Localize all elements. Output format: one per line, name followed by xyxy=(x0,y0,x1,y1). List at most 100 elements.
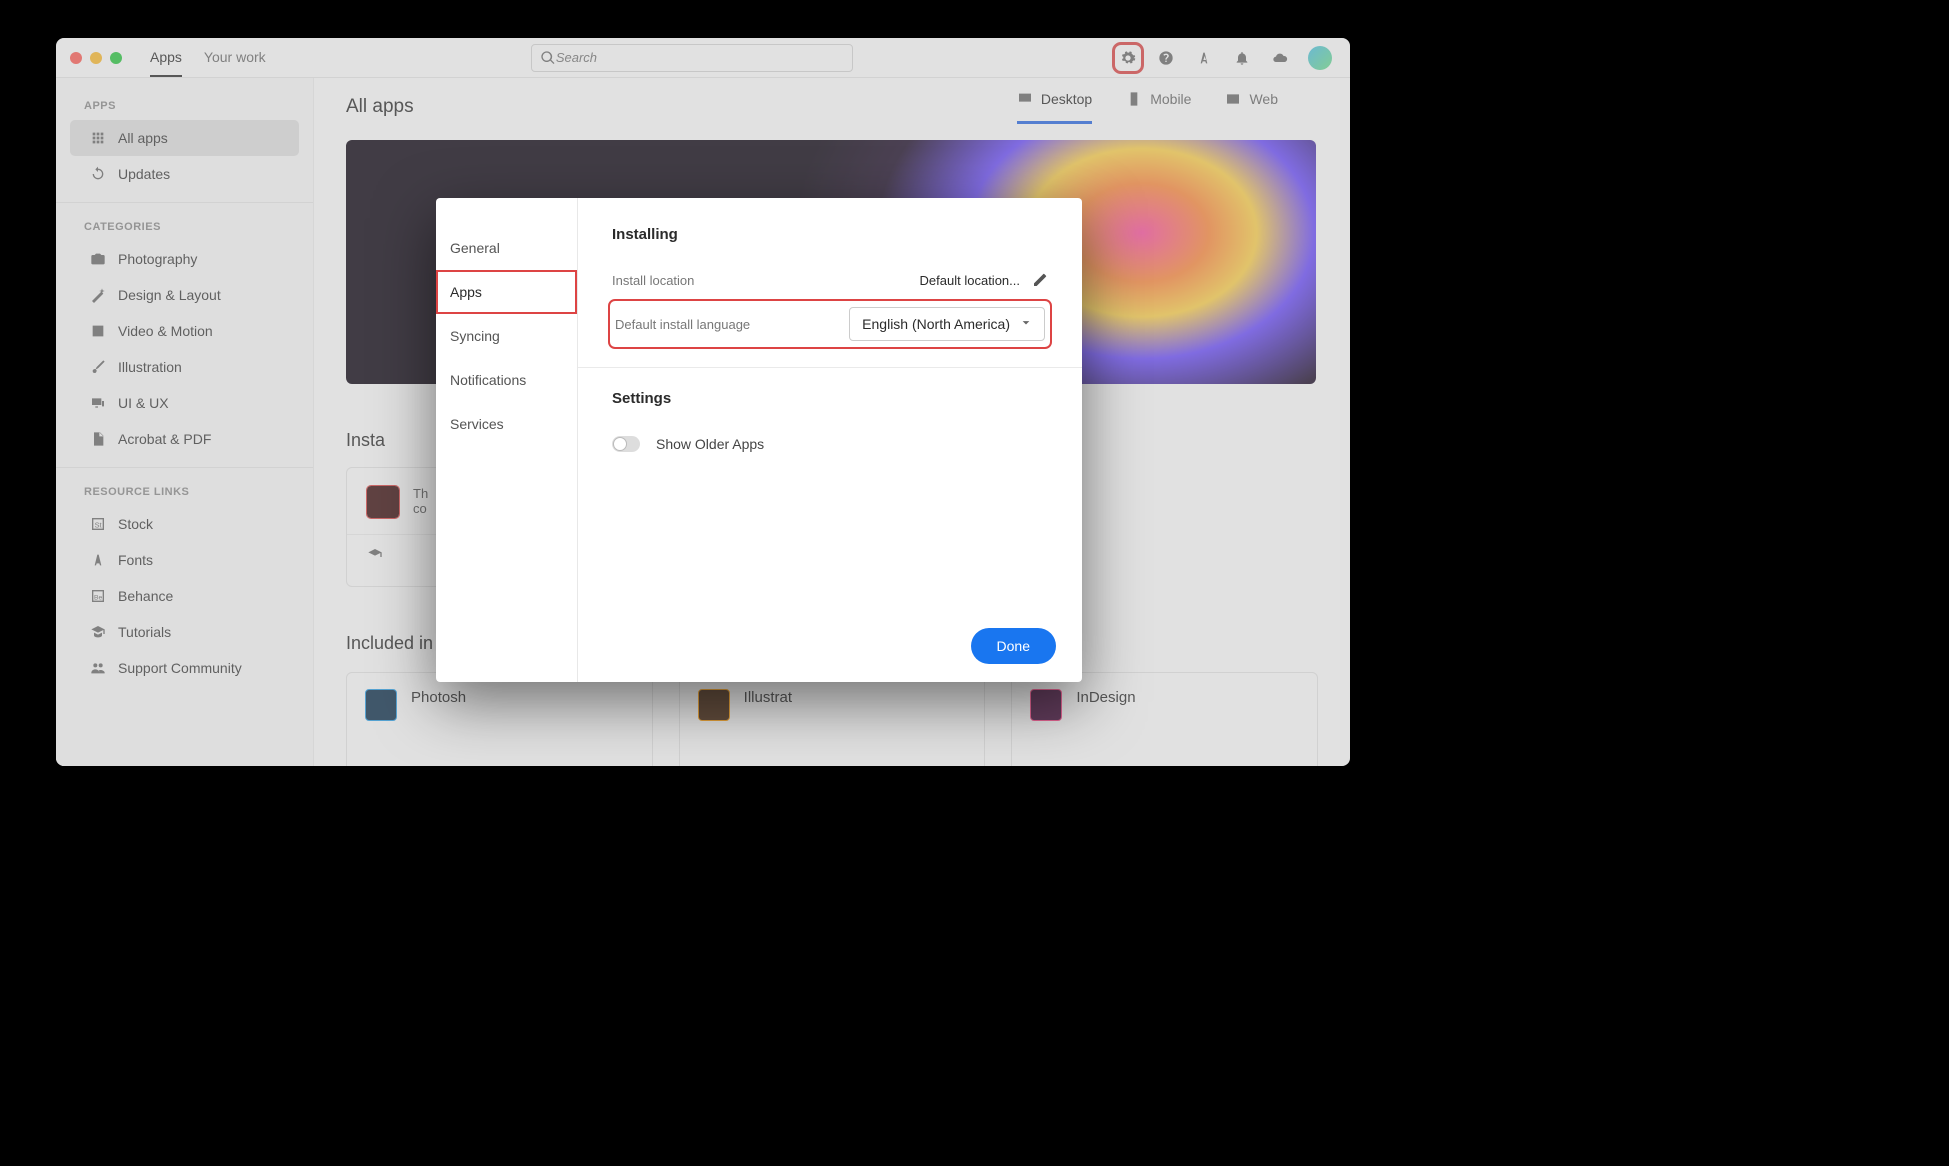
search-input[interactable] xyxy=(556,50,844,65)
minimize-window-icon[interactable] xyxy=(90,52,102,64)
show-older-label: Show Older Apps xyxy=(656,436,764,452)
app-icon xyxy=(1030,689,1062,721)
dialog-content: Installing Install location Default loca… xyxy=(578,198,1082,682)
sidebar-item-label: Photography xyxy=(118,251,197,267)
dialog-tab-services[interactable]: Services xyxy=(436,402,577,446)
window-controls xyxy=(56,52,136,64)
sidebar-item-label: Stock xyxy=(118,516,153,532)
sidebar-item-design[interactable]: Design & Layout xyxy=(70,277,299,313)
text-line: Th xyxy=(413,486,428,501)
chevron-down-icon xyxy=(1018,315,1034,334)
window-icon xyxy=(1225,91,1241,107)
sidebar-item-illustration[interactable]: Illustration xyxy=(70,349,299,385)
tab-label: Desktop xyxy=(1041,91,1092,107)
tab-your-work[interactable]: Your work xyxy=(204,38,266,77)
sidebar-item-uiux[interactable]: UI & UX xyxy=(70,385,299,421)
behance-icon: Be xyxy=(90,588,106,604)
search-box[interactable] xyxy=(531,44,853,72)
svg-text:Be: Be xyxy=(94,594,102,601)
film-icon xyxy=(90,323,106,339)
show-older-toggle[interactable] xyxy=(612,436,640,452)
sidebar-item-video[interactable]: Video & Motion xyxy=(70,313,299,349)
desktop-icon xyxy=(1017,91,1033,107)
tab-label: Web xyxy=(1249,91,1278,107)
help-icon[interactable] xyxy=(1156,48,1176,68)
cloud-icon[interactable] xyxy=(1270,48,1290,68)
svg-text:St: St xyxy=(95,520,102,529)
app-name: Illustrat xyxy=(744,689,792,706)
tab-label: Mobile xyxy=(1150,91,1191,107)
show-older-row: Show Older Apps xyxy=(612,425,1048,463)
dialog-sidebar: General Apps Syncing Notifications Servi… xyxy=(436,198,578,682)
language-label: Default install language xyxy=(615,317,849,332)
install-location-value: Default location... xyxy=(920,273,1020,288)
sidebar: APPS All apps Updates CATEGORIES Photogr… xyxy=(56,78,314,766)
sidebar-head-categories: CATEGORIES xyxy=(56,213,313,241)
sidebar-item-label: Tutorials xyxy=(118,624,171,640)
divider xyxy=(56,467,313,468)
sidebar-item-stock[interactable]: St Stock xyxy=(70,506,299,542)
sidebar-head-apps: APPS xyxy=(56,92,313,120)
fonts-icon[interactable] xyxy=(1194,48,1214,68)
tab-desktop[interactable]: Desktop xyxy=(1017,91,1092,124)
graduation-icon xyxy=(367,547,383,563)
right-toolbar xyxy=(1118,46,1350,70)
app-name: Photosh xyxy=(411,689,466,706)
divider xyxy=(56,202,313,203)
bell-icon[interactable] xyxy=(1232,48,1252,68)
done-button[interactable]: Done xyxy=(971,628,1056,664)
page-title: All apps xyxy=(346,96,1017,118)
sidebar-item-updates[interactable]: Updates xyxy=(70,156,299,192)
grid-icon xyxy=(90,130,106,146)
fonts-icon xyxy=(90,552,106,568)
close-window-icon[interactable] xyxy=(70,52,82,64)
sidebar-item-acrobat[interactable]: Acrobat & PDF xyxy=(70,421,299,457)
tab-web[interactable]: Web xyxy=(1225,91,1278,124)
pencil-icon[interactable] xyxy=(1032,272,1048,288)
app-card-indesign[interactable]: InDesign xyxy=(1011,672,1318,766)
dialog-tab-general[interactable]: General xyxy=(436,226,577,270)
sidebar-item-fonts[interactable]: Fonts xyxy=(70,542,299,578)
sidebar-item-label: Updates xyxy=(118,166,170,182)
wand-icon xyxy=(90,287,106,303)
topbar: Apps Your work xyxy=(56,38,1350,78)
app-card-photoshop[interactable]: Photosh xyxy=(346,672,653,766)
camera-icon xyxy=(90,251,106,267)
card-text: Th co xyxy=(413,486,428,516)
dialog-tab-syncing[interactable]: Syncing xyxy=(436,314,577,358)
graduation-icon xyxy=(90,624,106,640)
sidebar-item-label: Fonts xyxy=(118,552,153,568)
search-icon xyxy=(540,50,556,66)
language-select[interactable]: English (North America) xyxy=(849,307,1045,341)
app-card-illustrator[interactable]: Illustrat xyxy=(679,672,986,766)
install-location-label: Install location xyxy=(612,273,920,288)
dialog-tab-notifications[interactable]: Notifications xyxy=(436,358,577,402)
devices-icon xyxy=(90,395,106,411)
pdf-icon xyxy=(90,431,106,447)
dialog-tab-apps[interactable]: Apps xyxy=(436,270,577,314)
sidebar-item-support[interactable]: Support Community xyxy=(70,650,299,686)
brush-icon xyxy=(90,359,106,375)
gear-icon[interactable] xyxy=(1118,48,1138,68)
sidebar-item-all-apps[interactable]: All apps xyxy=(70,120,299,156)
sidebar-item-photography[interactable]: Photography xyxy=(70,241,299,277)
main-header: All apps Desktop Mobile Web xyxy=(346,78,1318,136)
tab-mobile[interactable]: Mobile xyxy=(1126,91,1191,124)
avatar[interactable] xyxy=(1308,46,1332,70)
preferences-dialog: General Apps Syncing Notifications Servi… xyxy=(436,198,1082,682)
device-tabs: Desktop Mobile Web xyxy=(1017,91,1278,124)
app-row: Photosh Illustrat InDesign xyxy=(346,672,1318,766)
sidebar-item-tutorials[interactable]: Tutorials xyxy=(70,614,299,650)
language-row-highlight: Default install language English (North … xyxy=(612,303,1048,345)
text-line: co xyxy=(413,501,428,516)
install-location-row: Install location Default location... xyxy=(612,261,1048,299)
stock-icon: St xyxy=(90,516,106,532)
sidebar-item-label: Video & Motion xyxy=(118,323,213,339)
sidebar-item-label: Design & Layout xyxy=(118,287,221,303)
zoom-window-icon[interactable] xyxy=(110,52,122,64)
divider xyxy=(578,367,1082,368)
settings-heading: Settings xyxy=(612,390,1048,407)
tab-apps[interactable]: Apps xyxy=(150,38,182,77)
sidebar-item-behance[interactable]: BeBehance xyxy=(70,578,299,614)
sidebar-item-label: UI & UX xyxy=(118,395,169,411)
